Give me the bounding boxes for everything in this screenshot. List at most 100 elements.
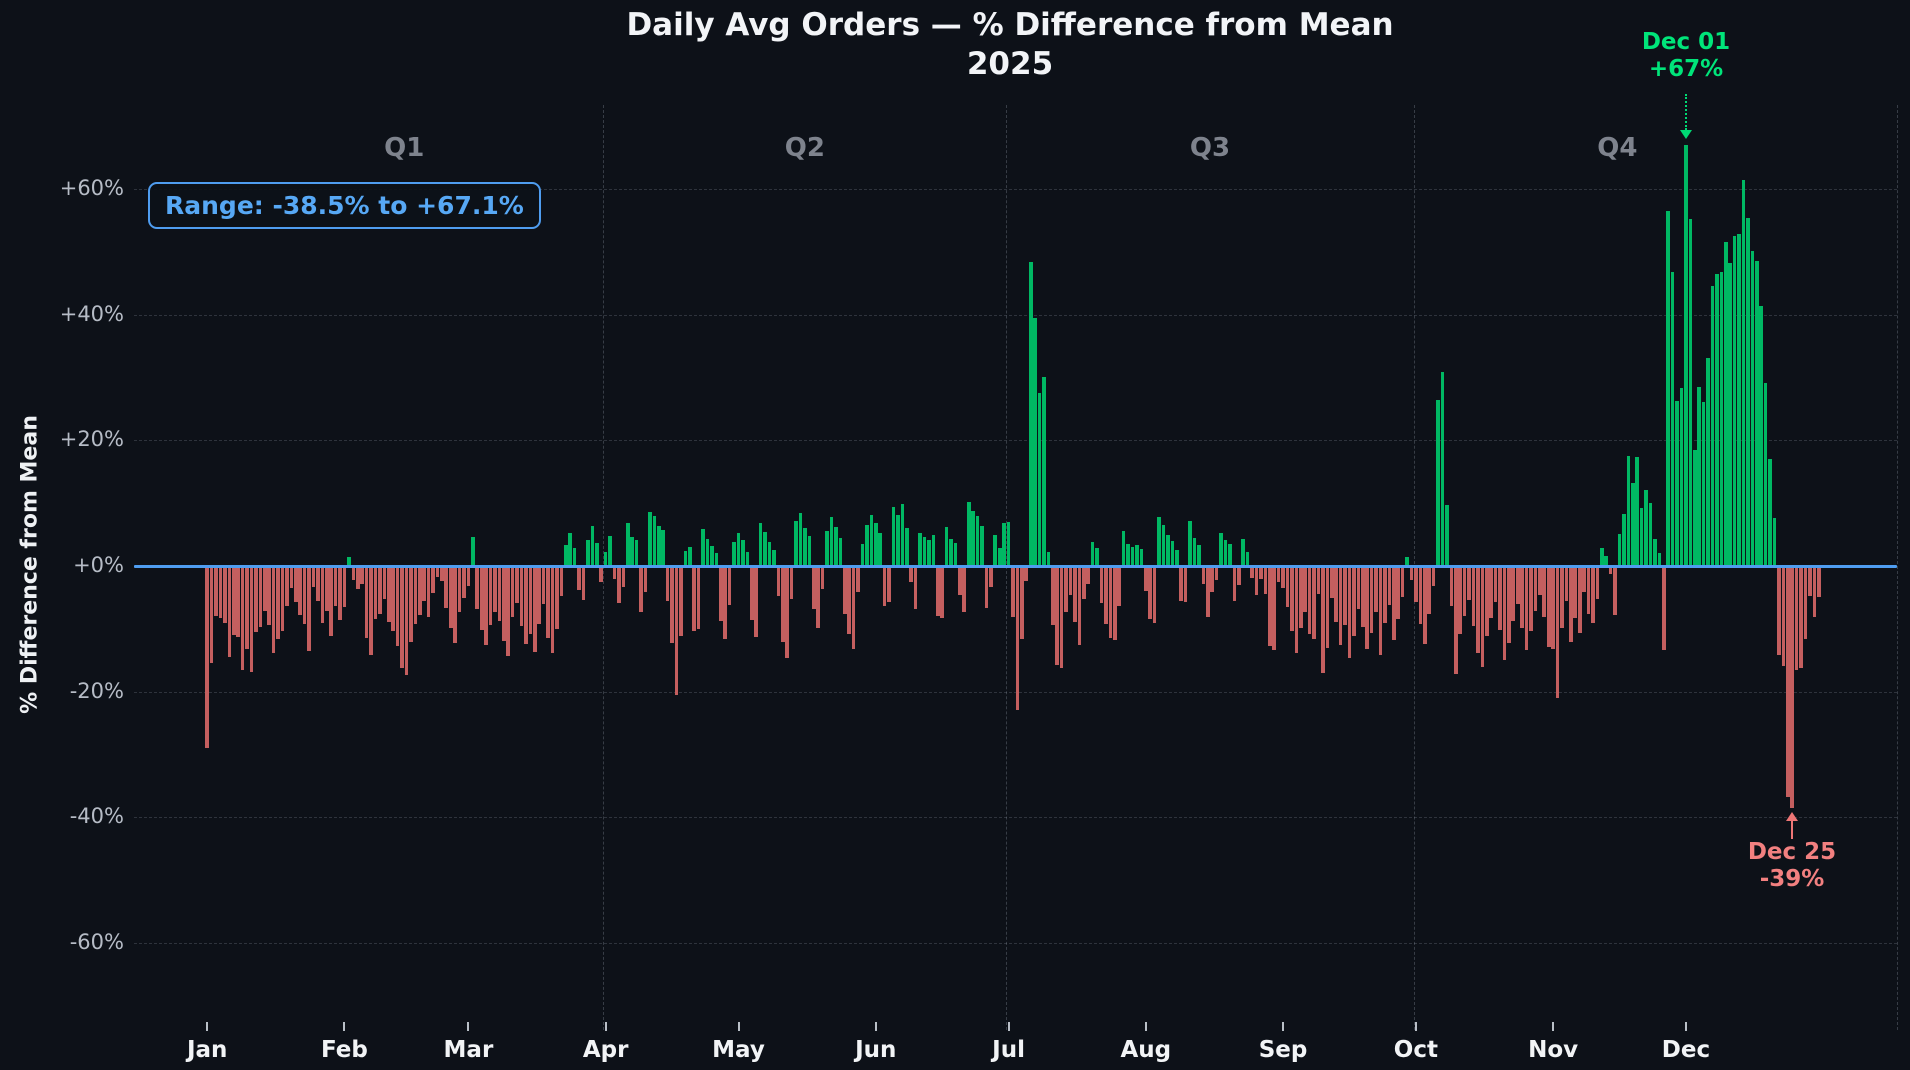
- bar-negative: [1153, 566, 1157, 623]
- bar-positive: [874, 523, 878, 566]
- gridline-vertical: [1897, 105, 1898, 1030]
- bar-positive: [1768, 459, 1772, 566]
- bar-negative: [1511, 566, 1515, 621]
- bar-positive: [591, 526, 595, 566]
- bar-positive: [892, 507, 896, 566]
- month-tick: [1415, 1022, 1417, 1031]
- bar-negative: [1782, 566, 1786, 666]
- bar-negative: [1476, 566, 1480, 653]
- bar-negative: [670, 566, 674, 643]
- bar-positive: [688, 547, 692, 566]
- bar-negative: [409, 566, 413, 642]
- bar-negative: [316, 566, 320, 601]
- bar-negative: [329, 566, 333, 636]
- bar-negative: [1569, 566, 1573, 642]
- bar-positive: [870, 515, 874, 566]
- month-tick: [1552, 1022, 1554, 1031]
- bar-negative: [1144, 566, 1148, 591]
- bar-negative: [1813, 566, 1817, 617]
- bar-negative: [418, 566, 422, 615]
- bar-negative: [467, 566, 471, 586]
- bar-positive: [1122, 531, 1126, 566]
- bar-negative: [816, 566, 820, 628]
- bar-positive: [1666, 211, 1670, 566]
- bar-negative: [529, 566, 533, 634]
- bar-negative: [360, 566, 364, 584]
- bar-negative: [1503, 566, 1507, 660]
- bar-negative: [1485, 566, 1489, 636]
- bar-positive: [1764, 383, 1768, 566]
- bar-positive: [865, 525, 869, 566]
- bar-positive: [794, 521, 798, 566]
- bar-negative: [210, 566, 214, 663]
- bar-positive: [1436, 400, 1440, 566]
- bar-negative: [1547, 566, 1551, 647]
- bar-positive: [878, 533, 882, 566]
- bar-negative: [307, 566, 311, 651]
- bar-negative: [533, 566, 537, 652]
- bar-negative: [821, 566, 825, 589]
- bar-negative: [228, 566, 232, 657]
- bar-positive: [861, 544, 865, 566]
- month-label: Feb: [299, 1037, 389, 1063]
- month-tick: [1685, 1022, 1687, 1031]
- month-label: Aug: [1101, 1037, 1191, 1063]
- bar-negative: [1587, 566, 1591, 614]
- bar-negative: [1202, 566, 1206, 584]
- bar-negative: [790, 566, 794, 599]
- bar-positive: [1715, 274, 1719, 566]
- bar-negative: [1206, 566, 1210, 617]
- bar-negative: [321, 566, 325, 623]
- bar-negative: [843, 566, 847, 614]
- bar-negative: [546, 566, 550, 638]
- bar-negative: [272, 566, 276, 653]
- bar-negative: [1255, 566, 1259, 595]
- bar-positive: [1649, 503, 1653, 566]
- bar-positive: [1157, 517, 1161, 566]
- y-tick-label: -40%: [14, 806, 124, 827]
- bar-positive: [803, 528, 807, 566]
- y-tick-label: +60%: [14, 178, 124, 199]
- bar-negative: [369, 566, 373, 655]
- bar-negative: [1582, 566, 1586, 592]
- bar-negative: [356, 566, 360, 589]
- bar-positive: [1618, 534, 1622, 566]
- bar-positive: [1171, 541, 1175, 566]
- bar-negative: [281, 566, 285, 631]
- bar-positive: [1246, 552, 1250, 566]
- bar-positive: [1773, 518, 1777, 566]
- month-tick: [1282, 1022, 1284, 1031]
- month-label: May: [694, 1037, 784, 1063]
- bar-positive: [1728, 263, 1732, 566]
- bar-negative: [1365, 566, 1369, 649]
- bar-positive: [945, 527, 949, 566]
- bar-negative: [1233, 566, 1237, 601]
- bar-negative: [214, 566, 218, 616]
- bar-positive: [1653, 539, 1657, 566]
- bar-positive: [701, 529, 705, 566]
- bar-negative: [431, 566, 435, 593]
- bar-positive: [1706, 358, 1710, 566]
- bar-negative: [1295, 566, 1299, 653]
- bar-positive: [1755, 261, 1759, 566]
- bar-negative: [666, 566, 670, 601]
- bar-negative: [205, 566, 209, 748]
- bar-positive: [1658, 553, 1662, 566]
- bar-positive: [1228, 544, 1232, 566]
- bar-negative: [276, 566, 280, 639]
- bar-negative: [1210, 566, 1214, 592]
- month-label: Oct: [1371, 1037, 1461, 1063]
- bar-negative: [480, 566, 484, 630]
- bar-negative: [1534, 566, 1538, 611]
- month-tick: [875, 1022, 877, 1031]
- bar-positive: [993, 535, 997, 566]
- bar-positive: [471, 537, 475, 566]
- bar-negative: [515, 566, 519, 603]
- bar-negative: [449, 566, 453, 628]
- bar-negative: [560, 566, 564, 596]
- bar-negative: [1494, 566, 1498, 602]
- bar-negative: [1148, 566, 1152, 619]
- bar-negative: [989, 566, 993, 587]
- bar-negative: [241, 566, 245, 670]
- bar-negative: [1596, 566, 1600, 599]
